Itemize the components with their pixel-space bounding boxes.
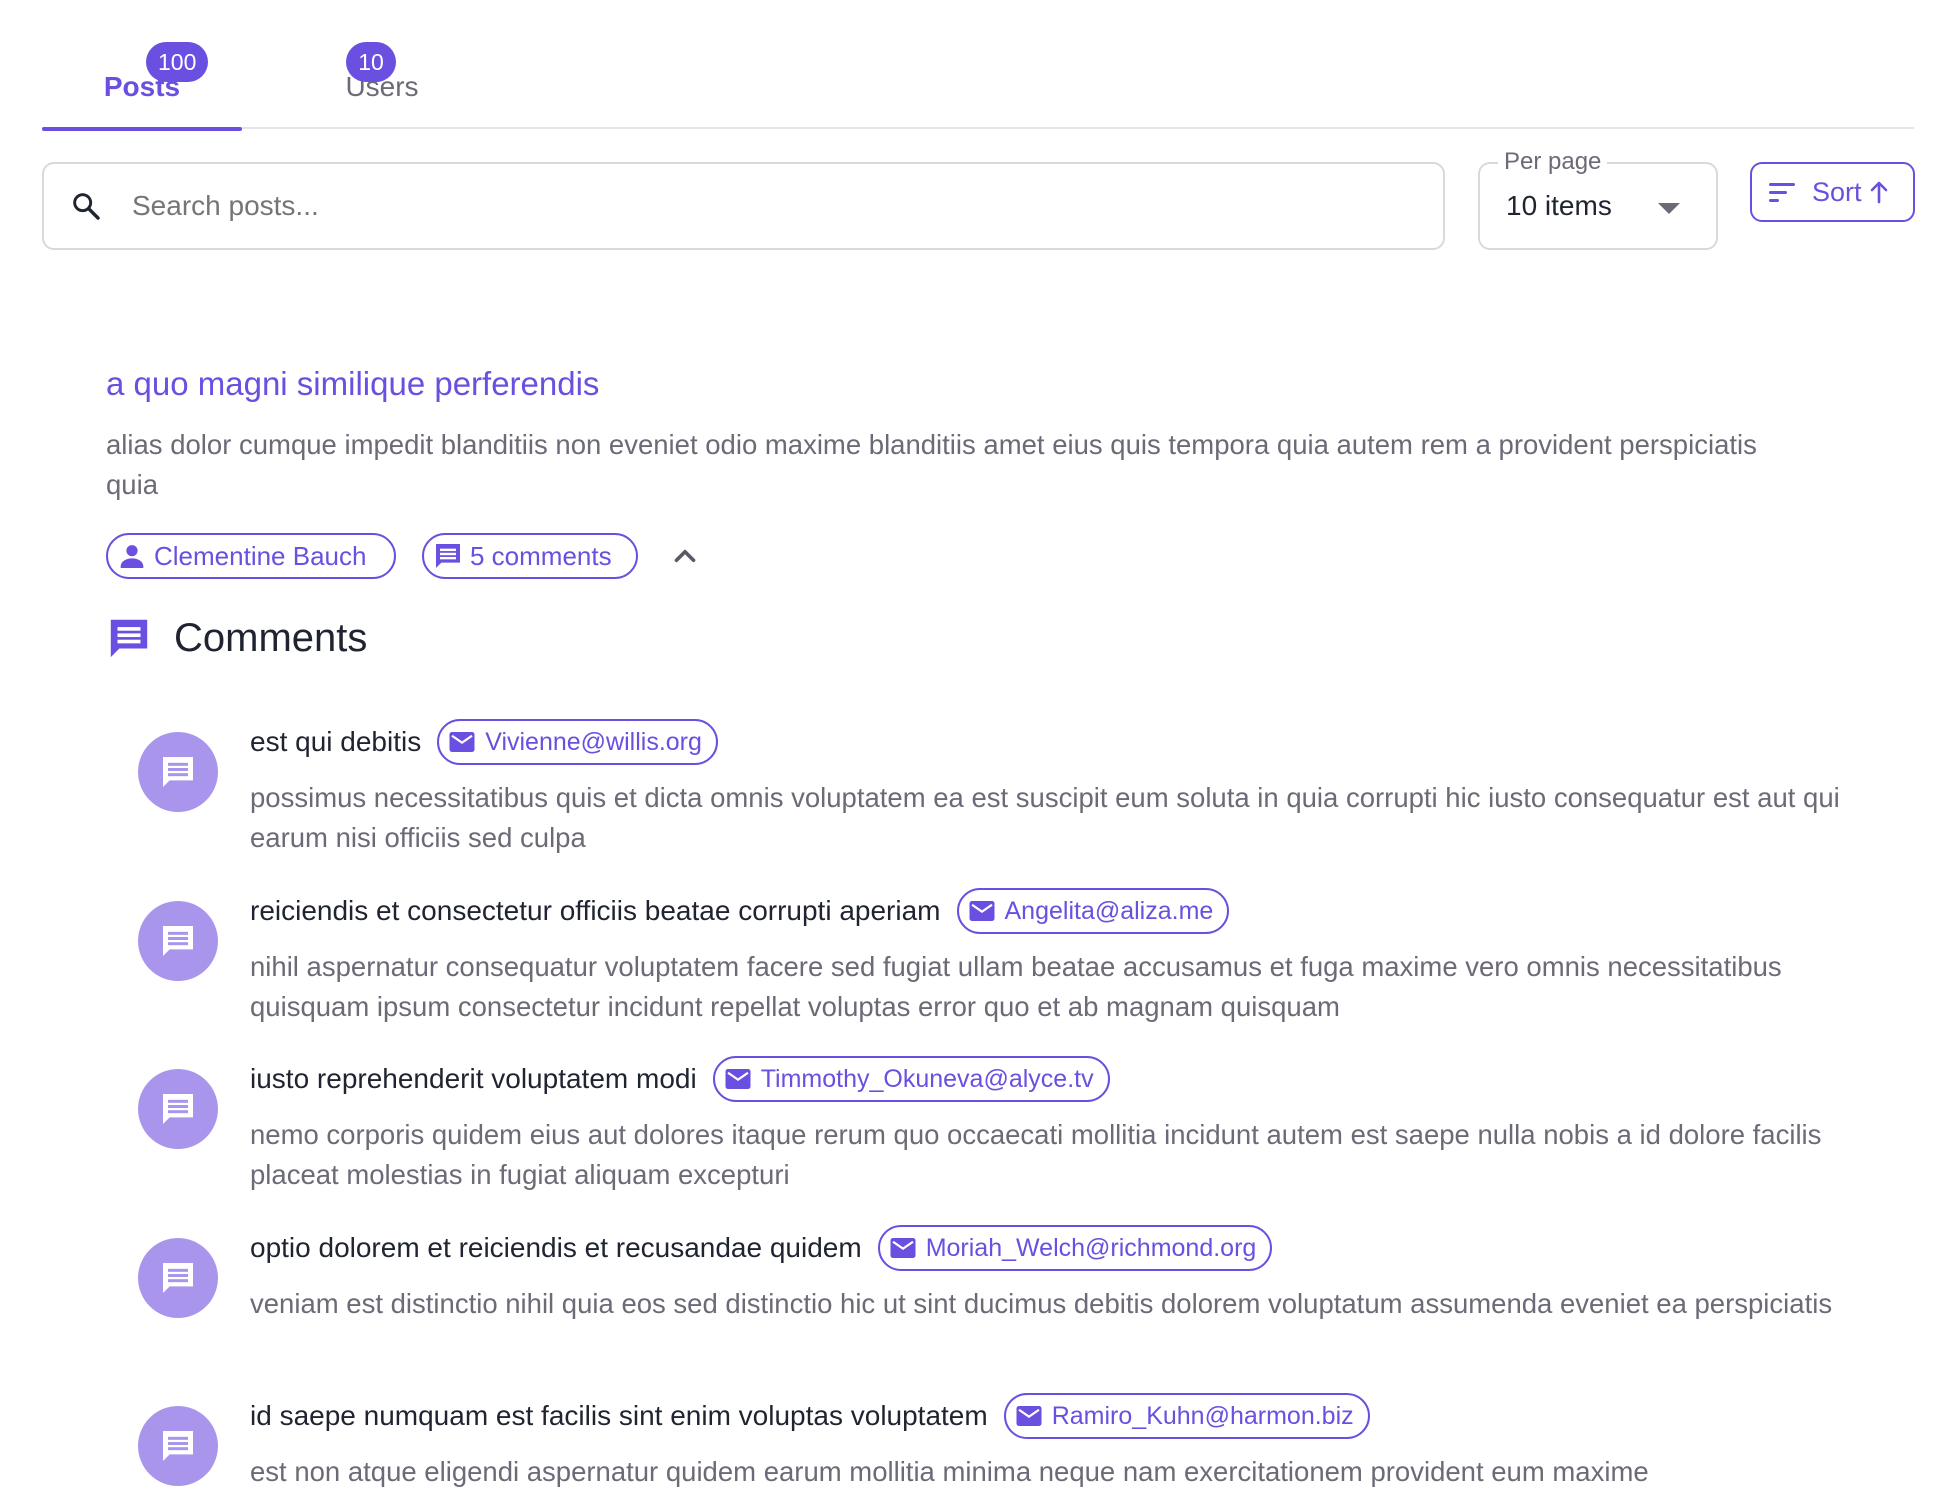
per-page-label: Per page bbox=[1498, 148, 1608, 176]
tab-users[interactable]: Users 10 bbox=[282, 0, 482, 129]
person-icon bbox=[120, 545, 144, 568]
post-title[interactable]: a quo magni similique perferendis bbox=[106, 365, 1896, 403]
comment-email: Vivienne@willis.org bbox=[485, 727, 702, 756]
sort-icon bbox=[1769, 183, 1795, 202]
comment-email: Angelita@aliza.me bbox=[1004, 896, 1214, 925]
comment-header: id saepe numquam est facilis sint enim v… bbox=[250, 1392, 1370, 1440]
comment-body: nemo corporis quidem eius aut dolores it… bbox=[250, 1119, 1822, 1190]
comment-name: id saepe numquam est facilis sint enim v… bbox=[250, 1400, 988, 1431]
comment-icon bbox=[163, 1094, 193, 1124]
comment-icon bbox=[163, 1263, 193, 1293]
comment-header: est qui debitis Vivienne@willis.org bbox=[250, 718, 718, 766]
comment-name: optio dolorem et reiciendis et recusanda… bbox=[250, 1232, 862, 1263]
search-box[interactable] bbox=[42, 162, 1445, 250]
comment-header: reiciendis et consectetur officiis beata… bbox=[250, 887, 1230, 935]
search-input[interactable] bbox=[132, 190, 1443, 222]
comment-icon bbox=[163, 926, 193, 956]
post-card: a quo magni similique perferendis alias … bbox=[106, 365, 1896, 579]
email-icon bbox=[969, 901, 994, 921]
comment-email: Timmothy_Okuneva@alyce.tv bbox=[760, 1064, 1094, 1093]
tab-posts-badge: 100 bbox=[146, 42, 209, 82]
comment-email: Moriah_Welch@richmond.org bbox=[925, 1233, 1257, 1262]
email-chip[interactable]: Ramiro_Kuhn@harmon.biz bbox=[1003, 1393, 1370, 1439]
sort-label: Sort bbox=[1812, 176, 1862, 207]
comment-body: possimus necessitatibus quis et dicta om… bbox=[250, 782, 1840, 853]
avatar bbox=[138, 1406, 218, 1486]
email-icon bbox=[449, 732, 475, 752]
page: Posts 100 Users 10 Per page 10 items Sor… bbox=[10, 0, 1950, 1492]
tab-posts[interactable]: Posts 100 bbox=[42, 0, 242, 131]
comment-email: Ramiro_Kuhn@harmon.biz bbox=[1051, 1401, 1354, 1430]
comments-chip[interactable]: 5 comments bbox=[422, 533, 638, 579]
comment-icon bbox=[163, 757, 193, 787]
avatar bbox=[138, 732, 218, 812]
comment-body: est non atque eligendi aspernatur quidem… bbox=[250, 1456, 1649, 1487]
sort-button[interactable]: Sort bbox=[1750, 162, 1915, 222]
comment-body: veniam est distinctio nihil quia eos sed… bbox=[250, 1288, 1833, 1319]
author-name: Clementine Bauch bbox=[154, 540, 367, 571]
search-icon bbox=[73, 193, 100, 220]
email-icon bbox=[1016, 1406, 1042, 1426]
tab-bar: Posts 100 Users 10 bbox=[42, 0, 1914, 131]
comments-heading-label: Comments bbox=[174, 615, 368, 660]
comment-icon bbox=[436, 544, 460, 568]
arrow-up-icon bbox=[1870, 181, 1887, 204]
active-tab-indicator bbox=[42, 127, 242, 131]
dropdown-arrow-icon bbox=[1658, 203, 1680, 214]
author-chip[interactable]: Clementine Bauch bbox=[106, 533, 396, 579]
comments-heading: Comments bbox=[106, 615, 367, 661]
comment-header: optio dolorem et reiciendis et recusanda… bbox=[250, 1224, 1273, 1272]
comment-name: reiciendis et consectetur officiis beata… bbox=[250, 895, 941, 926]
email-chip[interactable]: Timmothy_Okuneva@alyce.tv bbox=[712, 1056, 1110, 1102]
comment-body: nihil aspernatur consequatur voluptatem … bbox=[250, 951, 1782, 1022]
avatar bbox=[138, 1238, 218, 1318]
email-icon bbox=[725, 1069, 751, 1089]
comment-header: iusto reprehenderit voluptatem modi Timm… bbox=[250, 1055, 1110, 1103]
comment-name: iusto reprehenderit voluptatem modi bbox=[250, 1063, 697, 1094]
comment-icon bbox=[110, 619, 148, 658]
email-icon bbox=[890, 1238, 916, 1258]
chevron-up-icon[interactable] bbox=[668, 539, 702, 573]
per-page-select[interactable]: Per page 10 items bbox=[1478, 148, 1718, 250]
avatar bbox=[138, 901, 218, 981]
email-chip[interactable]: Moriah_Welch@richmond.org bbox=[877, 1225, 1273, 1271]
post-meta: Clementine Bauch 5 comments bbox=[106, 533, 906, 579]
comment-name: est qui debitis bbox=[250, 726, 422, 757]
per-page-value: 10 items bbox=[1506, 190, 1612, 221]
post-body: alias dolor cumque impedit blanditiis no… bbox=[106, 429, 1757, 500]
comments-count: 5 comments bbox=[470, 540, 612, 571]
avatar bbox=[138, 1069, 218, 1149]
email-chip[interactable]: Vivienne@willis.org bbox=[437, 719, 718, 765]
tab-users-badge: 10 bbox=[346, 42, 396, 82]
comment-icon bbox=[163, 1431, 193, 1461]
email-chip[interactable]: Angelita@aliza.me bbox=[956, 888, 1230, 934]
